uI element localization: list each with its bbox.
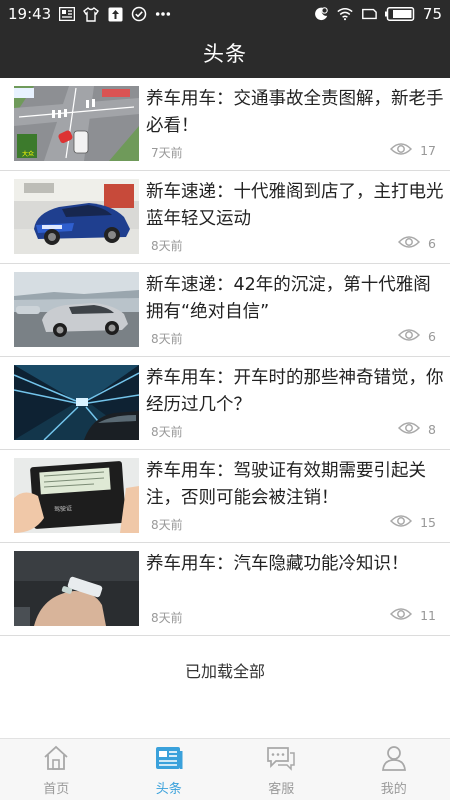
eye-icon <box>390 607 413 624</box>
status-time: 19:43 <box>8 5 52 23</box>
article-time: 7天前 <box>151 146 183 160</box>
article-thumbnail-key <box>14 551 139 626</box>
article-item[interactable]: 大众 养车用车：交通事故全责图解，新老手必看！ 7天前 17 <box>0 78 450 171</box>
article-thumbnail-tunnel <box>14 365 139 440</box>
article-title: 养车用车：开车时的那些神奇错觉，你经历过几个？ <box>146 368 444 415</box>
page-header: 头条 <box>0 28 450 78</box>
upload-icon <box>107 6 123 22</box>
article-time: 8天前 <box>151 239 183 253</box>
chat-icon <box>266 745 296 775</box>
battery-icon <box>384 6 415 22</box>
user-icon <box>381 745 407 775</box>
article-time: 8天前 <box>151 518 183 532</box>
svg-text:驾驶证: 驾驶证 <box>54 504 73 513</box>
article-title: 养车用车：驾驶证有效期需要引起关注，否则可能会被注销！ <box>146 461 426 508</box>
battery-level: 75 <box>422 5 442 23</box>
shirt-icon <box>83 6 100 22</box>
screen-rotation-icon <box>361 6 377 22</box>
article-time: 8天前 <box>151 332 183 346</box>
article-thumbnail-license: 驾驶证 <box>14 458 139 533</box>
article-thumbnail-blue-car <box>14 179 139 254</box>
tab-home[interactable]: 首页 <box>0 739 113 800</box>
tab-label: 客服 <box>268 782 295 797</box>
article-views: 6 <box>397 328 436 345</box>
page-title: 头条 <box>203 42 247 66</box>
eye-icon <box>397 235 421 252</box>
tab-news[interactable]: 头条 <box>113 739 226 800</box>
article-list: 大众 养车用车：交通事故全责图解，新老手必看！ 7天前 17 新车速递：十代雅阁… <box>0 78 450 636</box>
tab-label: 我的 <box>380 782 407 797</box>
eye-icon <box>390 514 413 531</box>
article-time: 8天前 <box>151 425 183 439</box>
article-time: 8天前 <box>151 611 183 625</box>
article-title: 养车用车：汽车隐藏功能冷知识！ <box>146 554 409 574</box>
view-count: 6 <box>428 236 436 251</box>
article-item[interactable]: 新车速递：十代雅阁到店了，主打电光蓝年轻又运动 8天前 6 <box>0 171 450 264</box>
article-views: 6 <box>397 235 436 252</box>
news-notification-icon <box>59 6 76 22</box>
more-dots-icon <box>155 6 171 22</box>
eye-icon <box>397 421 421 438</box>
view-count: 6 <box>428 329 436 344</box>
status-bar: 19:43 75 <box>0 0 450 28</box>
tab-label: 头条 <box>155 782 182 797</box>
article-item[interactable]: 养车用车：汽车隐藏功能冷知识！ 8天前 11 <box>0 543 450 636</box>
article-views: 8 <box>397 421 436 438</box>
svg-text:大众: 大众 <box>22 150 34 158</box>
article-views: 11 <box>390 607 436 624</box>
view-count: 11 <box>420 608 436 623</box>
article-item[interactable]: 新车速递：42年的沉淀，第十代雅阁拥有“绝对自信” 8天前 6 <box>0 264 450 357</box>
tab-profile[interactable]: 我的 <box>338 739 450 800</box>
article-thumbnail-intersection: 大众 <box>14 86 139 161</box>
article-item[interactable]: 驾驶证 养车用车：驾驶证有效期需要引起关注，否则可能会被注销！ 8天前 15 <box>0 450 450 543</box>
view-count: 15 <box>420 515 436 530</box>
do-not-disturb-icon <box>313 6 329 22</box>
view-count: 17 <box>420 143 436 158</box>
eye-icon <box>390 142 413 159</box>
wifi-icon <box>337 6 353 22</box>
check-circle-icon <box>131 6 147 22</box>
article-title: 新车速递：十代雅阁到店了，主打电光蓝年轻又运动 <box>146 182 444 229</box>
view-count: 8 <box>428 422 436 437</box>
article-views: 17 <box>390 142 436 159</box>
all-loaded-text: 已加载全部 <box>184 662 265 681</box>
article-views: 15 <box>390 514 436 531</box>
article-item[interactable]: 养车用车：开车时的那些神奇错觉，你经历过几个？ 8天前 8 <box>0 357 450 450</box>
article-title: 养车用车：交通事故全责图解，新老手必看！ <box>146 89 444 136</box>
article-title: 新车速递：42年的沉淀，第十代雅阁拥有“绝对自信” <box>146 275 431 322</box>
tab-service[interactable]: 客服 <box>225 739 338 800</box>
tab-label: 首页 <box>43 782 70 797</box>
home-icon <box>42 745 70 775</box>
article-thumbnail-silver-car <box>14 272 139 347</box>
eye-icon <box>397 328 421 345</box>
news-icon <box>155 745 183 775</box>
bottom-tab-bar: 首页 头条 客服 我的 <box>0 738 450 800</box>
